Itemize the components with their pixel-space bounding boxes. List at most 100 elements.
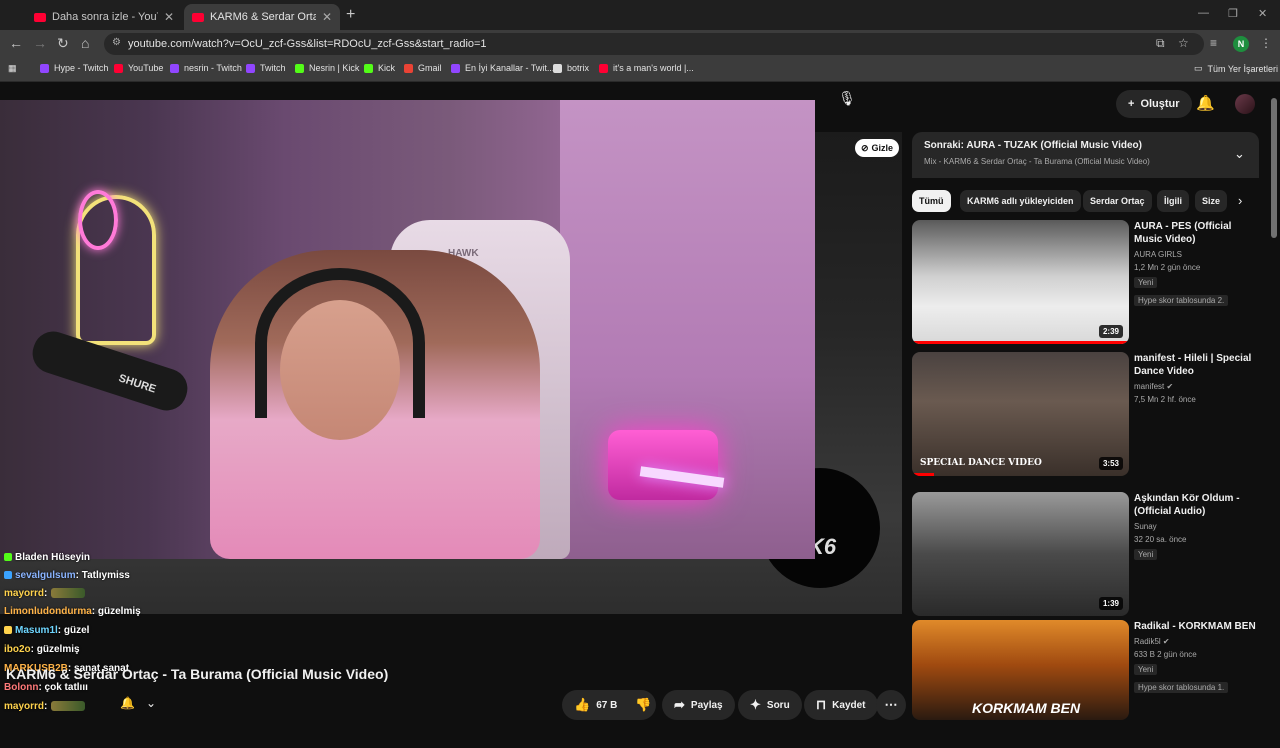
bookmark-en-iyi-kanallar[interactable]: En İyi Kanallar - Twit... [451,63,554,73]
duration-badge: 3:53 [1098,457,1123,470]
video-thumbnail[interactable]: SPECIAL DANCE VIDEO 3:53 [912,352,1129,476]
twitch-icon [451,63,460,73]
back-icon[interactable]: ← [9,35,23,51]
chip-related[interactable]: İlgili [1157,190,1189,212]
bookmark-nesrin-kick[interactable]: Nesrin | Kick [295,63,359,73]
chat-username: Limonludondurma [4,606,92,617]
page-scrollbar[interactable] [1270,86,1278,716]
home-icon[interactable]: ⌂ [81,35,89,51]
bookmarks-bar: ▦ Hype - Twitch YouTube nesrin - Twitch … [0,58,1280,82]
hide-overlay-button[interactable]: ⊘ Gizle [855,139,900,157]
bookmark-hype-twitch[interactable]: Hype - Twitch [40,63,108,73]
bookmark-label: nesrin - Twitch [184,63,242,73]
bookmark-gmail[interactable]: Gmail [404,63,442,73]
video-thumbnail[interactable]: 1:39 [912,492,1129,616]
channel-name[interactable]: manifest ✔ [1134,382,1262,391]
maximize-icon[interactable]: ❐ [1228,7,1238,20]
watch-progress-bar [912,341,1129,344]
bookmark-kick[interactable]: Kick [364,63,395,73]
recommendation-item[interactable]: 1:39 Aşkından Kör Oldum - (Official Audi… [912,492,1259,620]
duration-badge: 1:39 [1098,597,1123,610]
bookmark-nesrin-twitch[interactable]: nesrin - Twitch [170,63,242,73]
video-info: Aşkından Kör Oldum - (Official Audio) Su… [1134,492,1262,562]
video-thumbnail[interactable]: 2:39 [912,220,1129,344]
chat-message: ibo2o: güzelmiş [4,644,80,655]
chip-all[interactable]: Tümü [912,190,951,212]
scrollbar-thumb[interactable] [1271,98,1277,238]
chat-username: mayorrd [4,701,45,712]
reading-list-icon[interactable]: ≡ [1210,36,1217,50]
chat-text: : güzelmiş [30,644,80,655]
apps-icon[interactable]: ▦ [8,63,17,74]
twitch-icon [40,63,49,73]
chip-serdar-ortac[interactable]: Serdar Ortaç [1083,190,1152,212]
close-tab-icon[interactable]: ✕ [322,10,332,24]
video-meta: 32 20 sa. önce [1134,535,1187,544]
chat-text: : [44,701,48,712]
tab-title: KARM6 & Serdar Ortaç - Ta Bu... [210,11,316,23]
chevron-right-icon[interactable]: › [1238,193,1242,208]
ask-label: Soru [766,699,790,711]
channel-name[interactable]: Sunay [1134,522,1262,531]
video-info: manifest - Hileli | Special Dance Video … [1134,352,1262,404]
forward-icon[interactable]: → [33,35,47,51]
reload-icon[interactable]: ↻ [57,35,69,52]
ask-button[interactable]: ✦ Soru [738,690,802,720]
video-title[interactable]: Radikal - KORKMAM BEN [1134,620,1262,633]
new-tab-button[interactable]: + [346,6,355,24]
close-window-icon[interactable]: ✕ [1258,7,1267,20]
video-title[interactable]: Aşkından Kör Oldum - (Official Audio) [1134,492,1262,518]
create-button[interactable]: + Oluştur [1116,90,1192,118]
tab-karm6-video[interactable]: KARM6 & Serdar Ortaç - Ta Bu... ✕ [184,4,340,30]
menu-icon[interactable]: ⋮ [1260,36,1272,50]
bookmark-mans-world[interactable]: it's a man's world |... [599,63,694,73]
chevron-down-icon[interactable]: ⌄ [1234,146,1245,162]
recommendation-item[interactable]: 2:39 AURA - PES (Official Music Video) A… [912,220,1259,348]
close-tab-icon[interactable]: ✕ [164,10,174,24]
video-thumbnail[interactable]: KORKMAM BEN [912,620,1129,720]
bookmark-twitch[interactable]: Twitch [246,63,286,73]
channel-name[interactable]: AURA GIRLS [1134,250,1262,259]
chat-text: : güzel [57,625,90,636]
install-app-icon[interactable]: ⧉ [1156,36,1165,51]
video-meta: 633 B 2 gün önce [1134,650,1197,659]
playlist-panel[interactable]: Sonraki: AURA - TUZAK (Official Music Vi… [912,132,1259,178]
minimize-icon[interactable]: — [1198,7,1209,19]
profile-avatar[interactable]: N [1233,36,1249,52]
site-info-icon[interactable]: ⚙ [112,37,121,48]
subscribe-bell-icon[interactable]: 🔔 [120,696,135,710]
video-title[interactable]: manifest - Hileli | Special Dance Video [1134,352,1262,378]
video-meta: 7,5 Mn 2 hf. önce [1134,395,1196,404]
channel-name[interactable]: Radik5l ✔ [1134,637,1262,646]
save-button[interactable]: ⊓ Kaydet [804,690,878,720]
tab-watch-later[interactable]: Daha sonra izle - YouTube ✕ [26,4,182,30]
bookmark-star-icon[interactable]: ☆ [1178,36,1189,50]
tab-title: Daha sonra izle - YouTube [52,11,158,23]
share-button[interactable]: ➦ Paylaş [662,690,735,720]
recommendation-item[interactable]: KORKMAM BEN Radikal - KORKMAM BEN Radik5… [912,620,1259,748]
all-bookmarks-folder[interactable]: ▭ Tüm Yer İşaretleri [1194,63,1278,74]
webcam-overlay: HAWK SHURE [0,100,815,559]
video-title[interactable]: AURA - PES (Official Music Video) [1134,220,1262,246]
voice-search-icon[interactable]: 🎙 [836,90,858,112]
bookmark-icon: ⊓ [816,697,827,712]
thumbs-up-icon[interactable]: 👍 [574,697,590,713]
chat-username: sevalgulsum [15,570,76,581]
thumbs-down-icon[interactable]: 👎 [635,697,651,713]
subscribe-chevron-icon[interactable]: ⌄ [146,696,156,710]
chat-badge-icon [4,626,12,635]
bookmark-botrix[interactable]: botrix [553,63,589,73]
chat-username: mayorrd [4,588,45,599]
account-avatar[interactable] [1235,94,1255,114]
like-count[interactable]: 67 B [596,700,617,711]
chip-from-uploader[interactable]: KARM6 adlı yükleyiciden [960,190,1081,212]
notifications-icon[interactable]: 🔔 [1196,94,1215,112]
address-bar[interactable]: ⚙ youtube.com/watch?v=OcU_zcf-Gss&list=R… [104,33,1204,55]
more-actions-button[interactable]: ⋯ [876,690,906,720]
bookmark-youtube[interactable]: YouTube [114,63,163,73]
bookmark-label: Twitch [260,63,286,73]
recommendation-item[interactable]: SPECIAL DANCE VIDEO 3:53 manifest - Hile… [912,352,1259,480]
chip-for-you[interactable]: Size [1195,190,1228,212]
chat-message: Bladen Hüseyin [4,552,90,563]
cam-streamer-face [280,300,400,440]
